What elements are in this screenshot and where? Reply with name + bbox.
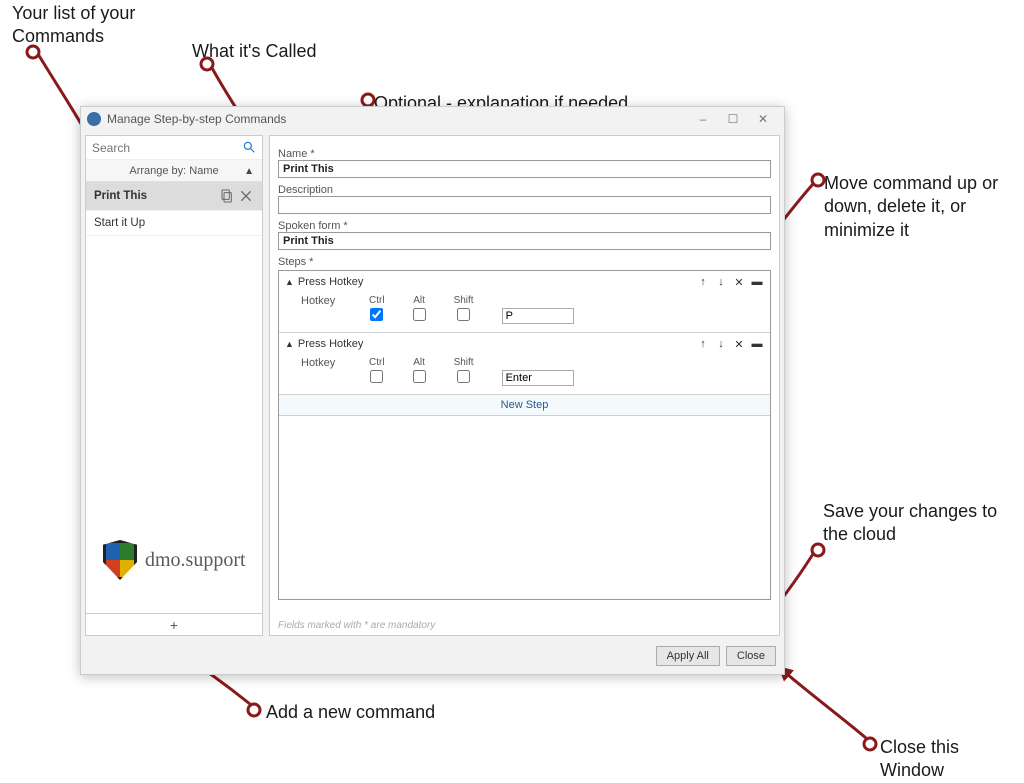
step-delete-icon[interactable]: ✕ bbox=[732, 275, 746, 289]
command-list: Print This Start it Up bbox=[86, 182, 262, 613]
key-col-label bbox=[536, 295, 539, 306]
description-input[interactable] bbox=[278, 196, 771, 214]
apply-all-button[interactable]: Apply All bbox=[656, 646, 720, 666]
annot-close-window: Close this Window bbox=[880, 736, 1024, 783]
step-minimize-icon[interactable]: ▬ bbox=[750, 337, 764, 351]
collapse-icon[interactable]: ▲ bbox=[285, 339, 294, 349]
step-move-down-icon[interactable]: ↓ bbox=[714, 337, 728, 351]
step-minimize-icon[interactable]: ▬ bbox=[750, 275, 764, 289]
annot-move-command: Move command up or down, delete it, or m… bbox=[824, 172, 1014, 242]
mandatory-note: Fields marked with * are mandatory bbox=[270, 614, 779, 635]
hotkey-key-input[interactable] bbox=[502, 308, 574, 324]
new-step-button[interactable]: New Step bbox=[279, 395, 770, 416]
copy-icon[interactable] bbox=[218, 188, 234, 204]
spoken-form-label: Spoken form * bbox=[278, 220, 771, 232]
search-row bbox=[86, 136, 262, 160]
ctrl-checkbox[interactable] bbox=[370, 370, 383, 383]
shift-checkbox[interactable] bbox=[457, 308, 470, 321]
step-delete-icon[interactable]: ✕ bbox=[732, 337, 746, 351]
annot-what-called: What it's Called bbox=[192, 40, 316, 63]
dialog-manage-commands: Manage Step-by-step Commands – ☐ ✕ Arran… bbox=[80, 106, 785, 675]
command-editor: Name * Description Spoken form * Steps *… bbox=[269, 135, 780, 636]
add-command-button[interactable]: + bbox=[86, 613, 262, 635]
alt-checkbox[interactable] bbox=[413, 308, 426, 321]
annot-add-command: Add a new command bbox=[266, 701, 435, 724]
annot-your-list: Your list of your Commands bbox=[12, 2, 192, 49]
steps-container: ▲ Press Hotkey ↑ ↓ ✕ ▬ Hotkey Ctrl bbox=[278, 270, 771, 600]
search-icon bbox=[242, 140, 256, 154]
dialog-button-bar: Apply All Close bbox=[81, 640, 784, 674]
app-icon bbox=[87, 112, 101, 126]
command-sidebar: Arrange by: Name ▲ Print This bbox=[85, 135, 263, 636]
step-move-up-icon[interactable]: ↑ bbox=[696, 275, 710, 289]
arrange-by-label: Arrange by: Name bbox=[129, 165, 218, 177]
window-maximize-button[interactable]: ☐ bbox=[718, 109, 748, 129]
collapse-icon[interactable]: ▲ bbox=[285, 277, 294, 287]
titlebar: Manage Step-by-step Commands – ☐ ✕ bbox=[81, 107, 784, 131]
step-title: Press Hotkey bbox=[298, 338, 692, 350]
alt-checkbox[interactable] bbox=[413, 370, 426, 383]
command-item-label: Start it Up bbox=[94, 217, 145, 229]
ctrl-col-label: Ctrl bbox=[369, 357, 385, 368]
description-label: Description bbox=[278, 184, 771, 196]
command-item-label: Print This bbox=[94, 190, 147, 202]
hotkey-label: Hotkey bbox=[301, 357, 369, 386]
window-minimize-button[interactable]: – bbox=[688, 109, 718, 129]
hotkey-key-input[interactable] bbox=[502, 370, 574, 386]
key-col-label bbox=[536, 357, 539, 368]
name-input[interactable] bbox=[278, 160, 771, 178]
arrange-by-row[interactable]: Arrange by: Name ▲ bbox=[86, 160, 262, 182]
step-move-down-icon[interactable]: ↓ bbox=[714, 275, 728, 289]
sort-direction-icon: ▲ bbox=[244, 166, 254, 177]
step-1: ▲ Press Hotkey ↑ ↓ ✕ ▬ Hotkey Ctrl bbox=[279, 271, 770, 333]
annot-save-changes: Save your changes to the cloud bbox=[823, 500, 1013, 547]
shift-checkbox[interactable] bbox=[457, 370, 470, 383]
name-label: Name * bbox=[278, 148, 771, 160]
command-item-start-it-up[interactable]: Start it Up bbox=[86, 211, 262, 236]
window-title: Manage Step-by-step Commands bbox=[107, 112, 688, 126]
step-title: Press Hotkey bbox=[298, 276, 692, 288]
step-move-up-icon[interactable]: ↑ bbox=[696, 337, 710, 351]
close-button[interactable]: Close bbox=[726, 646, 776, 666]
steps-label: Steps * bbox=[278, 256, 771, 268]
ctrl-checkbox[interactable] bbox=[370, 308, 383, 321]
window-close-button[interactable]: ✕ bbox=[748, 109, 778, 129]
delete-icon[interactable] bbox=[238, 188, 254, 204]
search-input[interactable] bbox=[86, 139, 262, 157]
step-2: ▲ Press Hotkey ↑ ↓ ✕ ▬ Hotkey Ctrl bbox=[279, 333, 770, 395]
command-item-print-this[interactable]: Print This bbox=[86, 182, 262, 211]
ctrl-col-label: Ctrl bbox=[369, 295, 385, 306]
hotkey-label: Hotkey bbox=[301, 295, 369, 324]
alt-col-label: Alt bbox=[413, 295, 425, 306]
shift-col-label: Shift bbox=[454, 295, 474, 306]
spoken-form-input[interactable] bbox=[278, 232, 771, 250]
alt-col-label: Alt bbox=[413, 357, 425, 368]
shift-col-label: Shift bbox=[454, 357, 474, 368]
